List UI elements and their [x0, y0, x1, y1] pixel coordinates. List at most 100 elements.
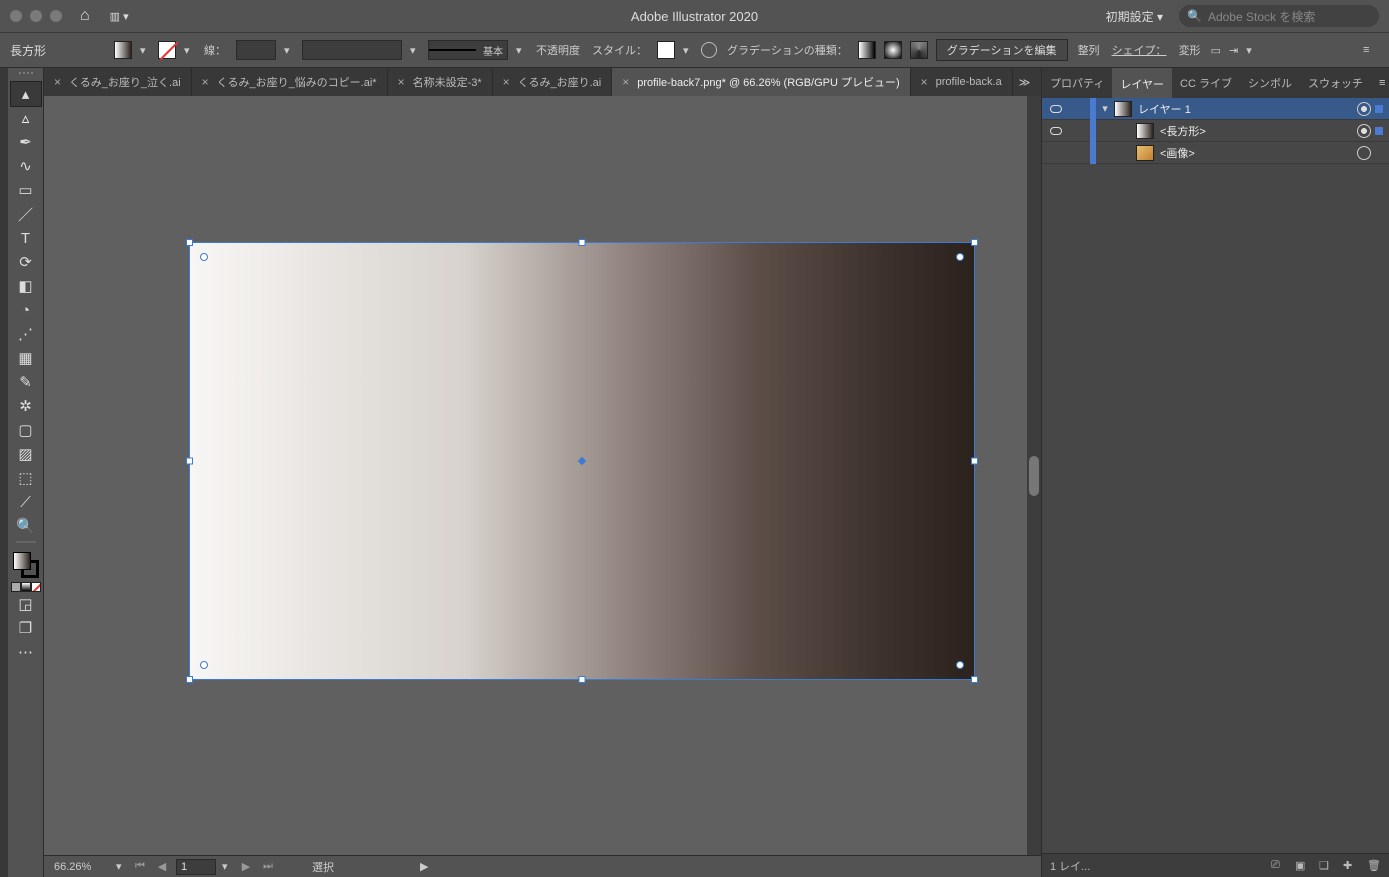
selected-rectangle[interactable] — [189, 242, 975, 680]
layer-name[interactable]: レイヤー 1 — [1138, 101, 1357, 117]
document-tab[interactable]: ×profile-back.a — [911, 68, 1013, 96]
stroke-weight-input[interactable] — [236, 40, 276, 60]
close-tab-icon[interactable]: × — [921, 75, 928, 89]
isolate-mask-icon[interactable]: ⇥ — [1229, 44, 1238, 57]
edit-toolbar-button[interactable]: ⋯ — [11, 640, 41, 664]
selection-indicator[interactable] — [1375, 127, 1383, 135]
last-artboard-button[interactable]: ⏭ — [260, 860, 276, 873]
layer-row[interactable]: <画像> — [1042, 142, 1389, 164]
control-bar-menu-icon[interactable]: ≡ — [1363, 44, 1379, 56]
close-tab-icon[interactable]: × — [54, 75, 61, 89]
freeform-gradient-button[interactable] — [910, 41, 928, 59]
delete-layer-icon[interactable]: 🗑 — [1367, 859, 1381, 872]
resize-handle[interactable] — [579, 239, 586, 246]
close-tab-icon[interactable]: × — [398, 75, 405, 89]
scrollbar-thumb[interactable] — [1029, 456, 1039, 496]
close-tab-icon[interactable]: × — [503, 75, 510, 89]
target-icon[interactable] — [1357, 124, 1371, 138]
document-tab[interactable]: ×くるみ_お座り.ai — [493, 68, 613, 96]
linear-gradient-button[interactable] — [858, 41, 876, 59]
selection-indicator[interactable] — [1375, 105, 1383, 113]
fill-dropdown-icon[interactable]: ▾ — [140, 44, 150, 57]
color-mode-solid[interactable] — [11, 582, 21, 592]
close-tab-icon[interactable]: × — [622, 75, 629, 89]
recolor-artwork-icon[interactable] — [701, 42, 717, 58]
make-clipping-mask-icon[interactable]: ▣ — [1295, 859, 1309, 872]
locate-object-icon[interactable]: ⎚ — [1271, 859, 1285, 872]
status-play-icon[interactable]: ▶ — [420, 860, 428, 873]
layer-name[interactable]: <長方形> — [1160, 123, 1357, 139]
pen-tool[interactable]: ✒ — [11, 130, 41, 154]
resize-handle[interactable] — [579, 676, 586, 683]
create-new-layer-icon[interactable]: ✚ — [1343, 859, 1357, 872]
maximize-window-icon[interactable] — [50, 10, 62, 22]
shape-label[interactable]: シェイプ： — [1110, 42, 1169, 58]
rotate-tool[interactable]: ⟳ — [11, 250, 41, 274]
more-options-dropdown-icon[interactable]: ▾ — [1246, 44, 1256, 57]
type-tool[interactable]: T — [11, 226, 41, 250]
artboard-dropdown-icon[interactable]: ▾ — [222, 860, 232, 873]
draw-mode-button[interactable]: ◲ — [11, 592, 41, 616]
resize-handle[interactable] — [971, 239, 978, 246]
minimize-window-icon[interactable] — [30, 10, 42, 22]
live-corner-widget[interactable] — [956, 253, 964, 261]
transform-label[interactable]: 変形 — [1177, 42, 1203, 58]
style-dropdown-icon[interactable]: ▾ — [683, 44, 693, 57]
paintbrush-tool[interactable]: ／ — [11, 202, 41, 226]
resize-handle[interactable] — [186, 458, 193, 465]
first-artboard-button[interactable]: ⏮ — [132, 860, 148, 873]
zoom-dropdown-icon[interactable]: ▾ — [116, 860, 126, 873]
document-tab[interactable]: ×名称未設定-3* — [388, 68, 493, 96]
rectangle-tool[interactable]: ▭ — [11, 178, 41, 202]
home-icon[interactable]: ⌂ — [80, 7, 90, 25]
arrange-documents-menu[interactable]: ▥ ▾ — [110, 10, 129, 23]
live-corner-widget[interactable] — [200, 253, 208, 261]
stroke-weight-dropdown-icon[interactable]: ▾ — [284, 44, 294, 57]
color-picker-tool[interactable]: ⟋ — [11, 490, 41, 514]
color-mode-gradient[interactable] — [21, 582, 31, 592]
graphic-style-swatch[interactable] — [657, 41, 675, 59]
canvas[interactable] — [44, 96, 1041, 855]
panel-tab-properties[interactable]: プロパティ — [1042, 68, 1112, 98]
prev-artboard-button[interactable]: ◀ — [154, 860, 170, 873]
eraser-tool[interactable]: ◧ — [11, 274, 41, 298]
close-tab-icon[interactable]: × — [202, 75, 209, 89]
slice-tool[interactable]: ▨ — [11, 442, 41, 466]
direct-selection-tool[interactable]: ▵ — [11, 106, 41, 130]
document-tab-active[interactable]: ×profile-back7.png* @ 66.26% (RGB/GPU プレ… — [612, 68, 910, 96]
symbol-sprayer-tool[interactable]: ✲ — [11, 394, 41, 418]
panel-tab-symbols[interactable]: シンボル — [1240, 68, 1300, 98]
stroke-swatch[interactable] — [158, 41, 176, 59]
expand-toggle-icon[interactable]: ▾ — [1096, 102, 1114, 115]
gradient-tool[interactable]: ▦ — [11, 346, 41, 370]
close-window-icon[interactable] — [10, 10, 22, 22]
canvas-scrollbar[interactable] — [1027, 96, 1041, 855]
radial-gradient-button[interactable] — [884, 41, 902, 59]
target-icon[interactable] — [1357, 102, 1371, 116]
fill-color-icon[interactable] — [13, 552, 31, 570]
panel-collapse-strip-left[interactable] — [0, 68, 8, 877]
panel-tab-swatches[interactable]: スウォッチ — [1300, 68, 1371, 98]
toolbar-grip-icon[interactable] — [15, 72, 37, 78]
width-tool[interactable]: ⋰ — [11, 322, 41, 346]
document-tab[interactable]: ×くるみ_お座り_泣く.ai — [44, 68, 192, 96]
brush-dropdown-icon[interactable]: ▾ — [516, 44, 526, 57]
curvature-tool[interactable]: ∿ — [11, 154, 41, 178]
next-artboard-button[interactable]: ▶ — [238, 860, 254, 873]
eyedropper-tool[interactable]: ✎ — [11, 370, 41, 394]
resize-handle[interactable] — [971, 676, 978, 683]
zoom-tool[interactable]: 🔍 — [11, 514, 41, 538]
edit-gradient-button[interactable]: グラデーションを編集 — [936, 39, 1068, 61]
color-mode-none[interactable] — [31, 582, 41, 592]
target-icon[interactable] — [1357, 146, 1371, 160]
live-corner-widget[interactable] — [200, 661, 208, 669]
stock-search-input[interactable]: 🔍 Adobe Stock を検索 — [1179, 5, 1379, 27]
layer-name[interactable]: <画像> — [1160, 145, 1357, 161]
zoom-level[interactable]: 66.26% — [54, 861, 110, 873]
layer-row[interactable]: ▾ レイヤー 1 — [1042, 98, 1389, 120]
layer-row[interactable]: <長方形> — [1042, 120, 1389, 142]
stroke-dropdown-icon[interactable]: ▾ — [184, 44, 194, 57]
resize-handle[interactable] — [971, 458, 978, 465]
resize-handle[interactable] — [186, 676, 193, 683]
screen-mode-button[interactable]: ❐ — [11, 616, 41, 640]
